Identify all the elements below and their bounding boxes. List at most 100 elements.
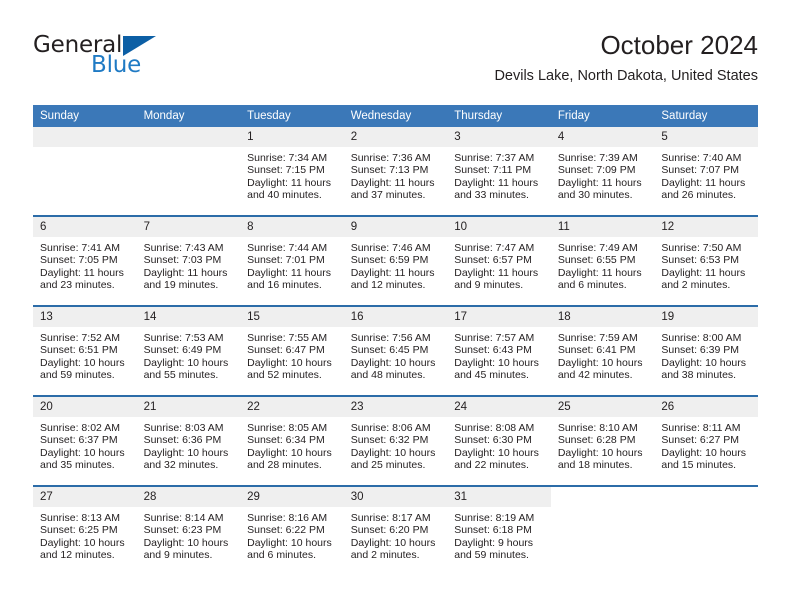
calendar-day-cell[interactable]: 31 Sunrise: 8:19 AM Sunset: 6:18 PM Dayligh… xyxy=(447,485,551,575)
calendar-day-cell[interactable]: 14 Sunrise: 7:53 AM Sunset: 6:49 PM Dayligh… xyxy=(136,305,241,396)
logo-text-blue: Blue xyxy=(91,52,142,78)
calendar-day-cell[interactable]: 19 Sunrise: 8:00 AM Sunset: 6:39 PM Dayligh… xyxy=(654,305,758,396)
sunrise-text: Sunrise: 8:14 AM xyxy=(143,512,224,524)
weekday-header-sunday: Sunday xyxy=(33,105,137,127)
day-sun-info: Sunrise: 8:10 AM Sunset: 6:28 PM Daylight:… xyxy=(551,417,655,472)
daylight-text: Daylight: 10 hours and 35 minutes. xyxy=(40,446,125,472)
sunrise-text: Sunrise: 8:06 AM xyxy=(350,422,431,434)
calendar-day-cell[interactable]: 20 Sunrise: 8:02 AM Sunset: 6:37 PM Dayligh… xyxy=(33,395,137,486)
day-number: 13 xyxy=(33,307,137,327)
calendar-day-cell[interactable]: 6 Sunrise: 7:41 AM Sunset: 7:05 PM Daylight… xyxy=(33,215,137,306)
calendar-day-cell[interactable]: 23 Sunrise: 8:06 AM Sunset: 6:32 PM Dayligh… xyxy=(343,395,448,486)
day-number: 22 xyxy=(240,397,344,417)
general-blue-logo[interactable]: General Blue xyxy=(33,34,253,90)
sunset-text: Sunset: 6:39 PM xyxy=(661,344,740,357)
daylight-text: Daylight: 11 hours and 12 minutes. xyxy=(350,266,435,292)
sunset-text: Sunset: 6:27 PM xyxy=(661,434,740,447)
day-number: 25 xyxy=(550,397,655,417)
calendar-day-cell[interactable]: 9 Sunrise: 7:46 AM Sunset: 6:59 PM Daylight… xyxy=(343,215,448,306)
day-sun-info: Sunrise: 7:36 AM Sunset: 7:13 PM Daylight:… xyxy=(344,147,448,202)
day-sun-info: Sunrise: 7:34 AM Sunset: 7:15 PM Daylight:… xyxy=(240,147,344,202)
sunrise-text: Sunrise: 7:49 AM xyxy=(557,242,638,254)
sunrise-text: Sunrise: 7:43 AM xyxy=(143,242,224,254)
calendar-week-row: 6 Sunrise: 7:41 AM Sunset: 7:05 PM Daylight… xyxy=(33,215,758,306)
day-number xyxy=(33,127,137,147)
weekday-header-tuesday: Tuesday xyxy=(240,105,344,127)
daylight-text: Daylight: 9 hours and 59 minutes. xyxy=(454,536,534,562)
calendar-day-cell[interactable]: 15 Sunrise: 7:55 AM Sunset: 6:47 PM Dayligh… xyxy=(240,305,344,396)
day-sun-info: Sunrise: 7:55 AM Sunset: 6:47 PM Daylight:… xyxy=(240,327,344,382)
sunrise-text: Sunrise: 7:50 AM xyxy=(661,242,742,254)
daylight-text: Daylight: 10 hours and 2 minutes. xyxy=(350,536,436,562)
calendar-day-cell[interactable]: 26 Sunrise: 8:11 AM Sunset: 6:27 PM Dayligh… xyxy=(654,395,758,486)
calendar-day-cell[interactable]: 7 Sunrise: 7:43 AM Sunset: 7:03 PM Daylight… xyxy=(136,215,241,306)
day-number: 8 xyxy=(240,217,344,237)
calendar-day-cell[interactable]: 16 Sunrise: 7:56 AM Sunset: 6:45 PM Dayligh… xyxy=(343,305,448,396)
calendar-day-cell[interactable]: 10 Sunrise: 7:47 AM Sunset: 6:57 PM Dayligh… xyxy=(447,215,551,306)
sunrise-text: Sunrise: 8:03 AM xyxy=(143,422,224,434)
sunrise-text: Sunrise: 7:40 AM xyxy=(661,152,742,164)
day-sun-info: Sunrise: 8:05 AM Sunset: 6:34 PM Daylight:… xyxy=(240,417,344,472)
day-number: 9 xyxy=(343,217,448,237)
day-number: 4 xyxy=(550,127,655,147)
day-number: 29 xyxy=(240,487,344,507)
calendar-day-cell[interactable]: 29 Sunrise: 8:16 AM Sunset: 6:22 PM Dayligh… xyxy=(240,485,344,575)
calendar-day-cell[interactable]: 8 Sunrise: 7:44 AM Sunset: 7:01 PM Daylight… xyxy=(240,215,344,306)
day-sun-info: Sunrise: 8:19 AM Sunset: 6:18 PM Daylight:… xyxy=(447,507,551,562)
day-sun-info: Sunrise: 7:44 AM Sunset: 7:01 PM Daylight:… xyxy=(240,237,344,292)
sunrise-text: Sunrise: 7:55 AM xyxy=(247,332,328,344)
day-number: 26 xyxy=(654,397,758,417)
day-number: 20 xyxy=(33,397,137,417)
page-title: October 2024 xyxy=(600,30,758,60)
sunset-text: Sunset: 7:13 PM xyxy=(350,164,429,177)
daylight-text: Daylight: 11 hours and 19 minutes. xyxy=(143,266,228,292)
sunrise-text: Sunrise: 7:57 AM xyxy=(454,332,535,344)
daylight-text: Daylight: 11 hours and 23 minutes. xyxy=(40,266,124,292)
sunset-text: Sunset: 6:18 PM xyxy=(454,524,532,537)
sunset-text: Sunset: 6:57 PM xyxy=(454,254,532,267)
sunrise-text: Sunrise: 7:41 AM xyxy=(40,242,120,254)
calendar-day-cell[interactable]: 12 Sunrise: 7:50 AM Sunset: 6:53 PM Dayligh… xyxy=(654,215,758,306)
day-number: 30 xyxy=(343,487,448,507)
calendar-day-cell-empty xyxy=(33,127,137,216)
calendar-week-row: 13 Sunrise: 7:52 AM Sunset: 6:51 PM Dayligh… xyxy=(33,305,758,396)
sunrise-text: Sunrise: 8:08 AM xyxy=(454,422,535,434)
calendar-day-cell[interactable]: 21 Sunrise: 8:03 AM Sunset: 6:36 PM Dayligh… xyxy=(136,395,241,486)
calendar-day-cell[interactable]: 24 Sunrise: 8:08 AM Sunset: 6:30 PM Dayligh… xyxy=(447,395,551,486)
calendar-day-cell[interactable]: 17 Sunrise: 7:57 AM Sunset: 6:43 PM Dayligh… xyxy=(447,305,551,396)
calendar-day-cell[interactable]: 25 Sunrise: 8:10 AM Sunset: 6:28 PM Dayligh… xyxy=(550,395,655,486)
calendar-day-cell[interactable]: 30 Sunrise: 8:17 AM Sunset: 6:20 PM Dayligh… xyxy=(343,485,448,575)
day-sun-info: Sunrise: 7:49 AM Sunset: 6:55 PM Daylight:… xyxy=(551,237,655,292)
daylight-text: Daylight: 10 hours and 9 minutes. xyxy=(143,536,229,562)
calendar-day-cell[interactable]: 27 Sunrise: 8:13 AM Sunset: 6:25 PM Dayligh… xyxy=(33,485,137,575)
sunset-text: Sunset: 6:45 PM xyxy=(350,344,429,357)
calendar-day-cell[interactable]: 18 Sunrise: 7:59 AM Sunset: 6:41 PM Dayligh… xyxy=(550,305,655,396)
calendar-day-cell[interactable]: 28 Sunrise: 8:14 AM Sunset: 6:23 PM Dayligh… xyxy=(136,485,241,575)
calendar-week-row: 27 Sunrise: 8:13 AM Sunset: 6:25 PM Dayligh… xyxy=(33,485,758,575)
day-sun-info: Sunrise: 7:56 AM Sunset: 6:45 PM Daylight:… xyxy=(344,327,448,382)
calendar-day-cell[interactable]: 11 Sunrise: 7:49 AM Sunset: 6:55 PM Dayligh… xyxy=(550,215,655,306)
sunrise-text: Sunrise: 7:44 AM xyxy=(247,242,328,254)
calendar-page: General Blue October 2024 Devils Lake, N… xyxy=(0,0,792,612)
calendar-day-cell[interactable]: 4 Sunrise: 7:39 AM Sunset: 7:09 PM Daylight… xyxy=(550,127,655,216)
calendar-day-cell[interactable]: 2 Sunrise: 7:36 AM Sunset: 7:13 PM Daylight… xyxy=(343,127,448,216)
sunrise-text: Sunrise: 8:17 AM xyxy=(350,512,431,524)
day-number: 1 xyxy=(240,127,344,147)
daylight-text: Daylight: 10 hours and 28 minutes. xyxy=(247,446,332,472)
day-number: 10 xyxy=(447,217,551,237)
day-sun-info: Sunrise: 8:08 AM Sunset: 6:30 PM Daylight:… xyxy=(447,417,551,472)
calendar-day-cell[interactable]: 3 Sunrise: 7:37 AM Sunset: 7:11 PM Daylight… xyxy=(447,127,551,216)
calendar-day-cell[interactable]: 1 Sunrise: 7:34 AM Sunset: 7:15 PM Daylight… xyxy=(240,127,344,216)
sunset-text: Sunset: 6:20 PM xyxy=(350,524,429,537)
sunset-text: Sunset: 6:59 PM xyxy=(350,254,429,267)
sunset-text: Sunset: 6:25 PM xyxy=(40,524,118,537)
day-sun-info: Sunrise: 7:59 AM Sunset: 6:41 PM Daylight:… xyxy=(551,327,655,382)
daylight-text: Daylight: 11 hours and 37 minutes. xyxy=(350,176,435,202)
calendar-day-cell[interactable]: 22 Sunrise: 8:05 AM Sunset: 6:34 PM Dayligh… xyxy=(240,395,344,486)
calendar-day-cell[interactable]: 5 Sunrise: 7:40 AM Sunset: 7:07 PM Daylight… xyxy=(654,127,758,216)
calendar-day-cell[interactable]: 13 Sunrise: 7:52 AM Sunset: 6:51 PM Dayligh… xyxy=(33,305,137,396)
sunset-text: Sunset: 7:03 PM xyxy=(143,254,222,267)
daylight-text: Daylight: 11 hours and 9 minutes. xyxy=(454,266,539,292)
calendar-week-row: 20 Sunrise: 8:02 AM Sunset: 6:37 PM Dayligh… xyxy=(33,395,758,486)
daylight-text: Daylight: 10 hours and 6 minutes. xyxy=(247,536,332,562)
